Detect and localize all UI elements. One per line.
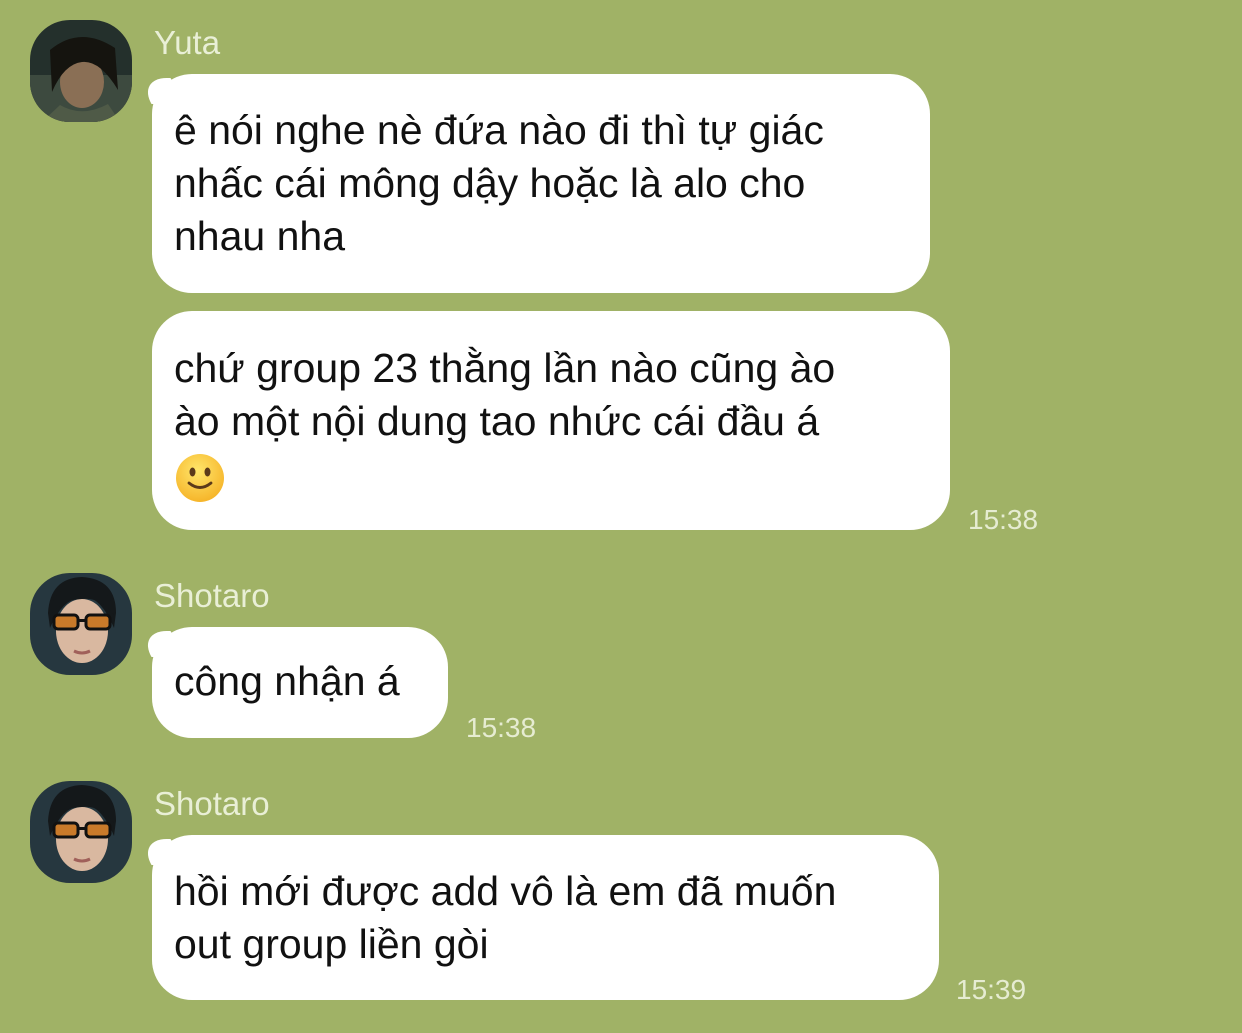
- avatar-shotaro[interactable]: [30, 573, 132, 675]
- slightly-smiling-face-icon: [176, 454, 224, 503]
- avatar-yuta[interactable]: [30, 20, 132, 122]
- sender-name: Shotaro: [154, 785, 270, 822]
- message-line: chứ group 23 thằng lần nào cũng ào: [174, 345, 836, 391]
- message-bubble[interactable]: ê nói nghe nè đứa nào đi thì tự giác nhấ…: [152, 74, 930, 293]
- message-line: ê nói nghe nè đứa nào đi thì tự giác: [174, 107, 824, 153]
- shotaro-avatar-icon: [30, 781, 132, 883]
- message-bubble[interactable]: hồi mới được add vô là em đã muốn out gr…: [152, 835, 939, 1000]
- yuta-avatar-icon: [30, 20, 132, 122]
- message-bubble[interactable]: chứ group 23 thằng lần nào cũng ào ào mộ…: [152, 311, 950, 530]
- emoji-line: [174, 448, 928, 504]
- message-timestamp: 15:38: [466, 712, 537, 743]
- message-line: ào một nội dung tao nhức cái đầu á: [174, 398, 820, 444]
- avatar-shotaro[interactable]: [30, 781, 132, 883]
- message-line: hồi mới được add vô là em đã muốn: [174, 868, 837, 914]
- message-line: nhau nha: [174, 213, 346, 259]
- message-timestamp: 15:39: [956, 974, 1027, 1005]
- shotaro-avatar-icon: [30, 573, 132, 675]
- sender-name: Yuta: [154, 24, 221, 61]
- sender-name: Shotaro: [154, 577, 270, 614]
- message-line: nhấc cái mông dậy hoặc là alo cho: [174, 160, 806, 206]
- message-line: out group liền gòi: [174, 921, 489, 967]
- message-line: công nhận á: [174, 658, 400, 704]
- message-timestamp: 15:38: [968, 504, 1039, 535]
- message-bubble[interactable]: công nhận á: [152, 627, 448, 738]
